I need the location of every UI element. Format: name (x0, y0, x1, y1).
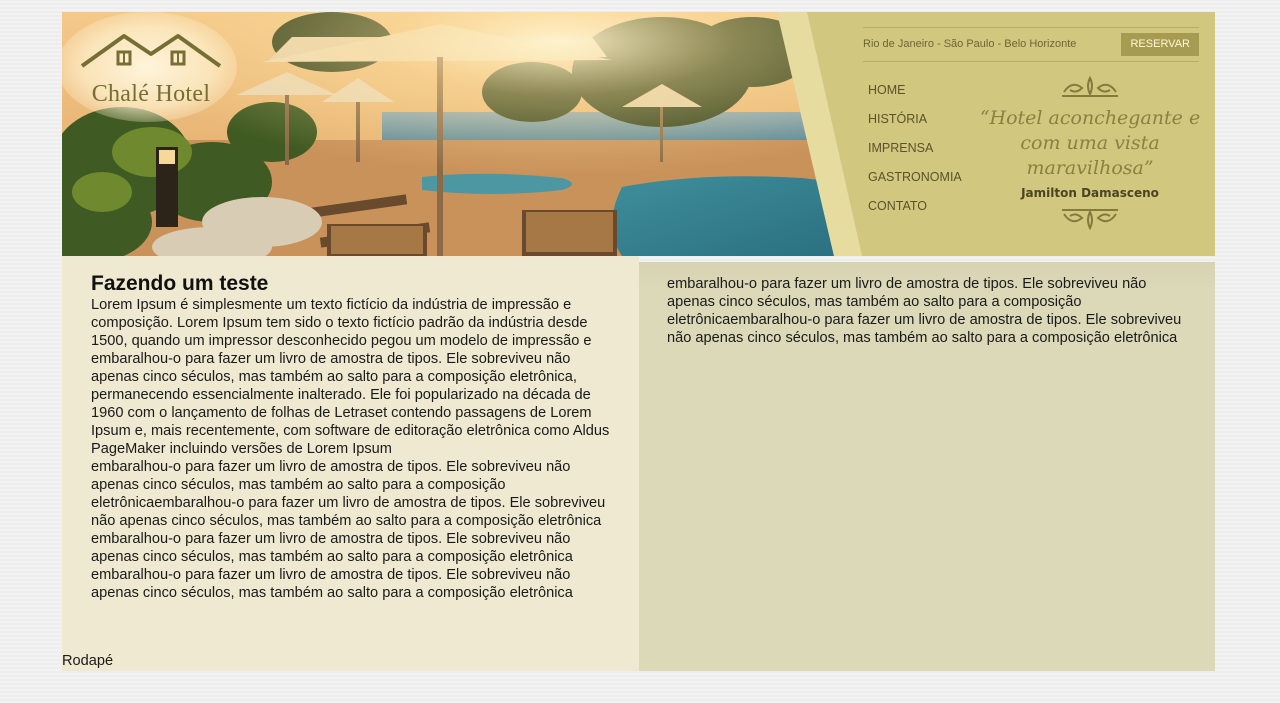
page-title: Fazendo um teste (91, 272, 269, 295)
nav-item-home: HOME (868, 83, 962, 112)
ornament-top-icon (1062, 75, 1118, 97)
ornament-bottom-icon (1062, 209, 1118, 231)
main-paragraph: Lorem Ipsum é simplesmente um texto fict… (91, 297, 610, 457)
logo-text: Chalé Hotel (91, 81, 211, 107)
hotel-logo[interactable]: Chalé Hotel (76, 26, 226, 112)
nav-item-gastronomia: GASTRONOMIA (868, 170, 962, 199)
site-header: Chalé Hotel Rio de Janeiro - São Paulo -… (62, 12, 1215, 256)
nav-link-historia[interactable]: HISTÓRIA (868, 112, 927, 126)
footer-text: Rodapé (62, 653, 114, 669)
nav-item-imprensa: IMPRENSA (868, 141, 962, 170)
quote-author: Jamilton Damasceno (1021, 186, 1159, 200)
main-paragraph: embaralhou-o para fazer um livro de amos… (91, 459, 606, 529)
nav-link-imprensa[interactable]: IMPRENSA (868, 141, 933, 155)
main-paragraph: embaralhou-o para fazer um livro de amos… (91, 531, 573, 601)
reserve-button[interactable]: RESERVAR (1121, 33, 1199, 56)
sidebar-paragraph: embaralhou-o para fazer um livro de amos… (667, 276, 1182, 346)
nav-item-contato: CONTATO (868, 199, 962, 228)
top-bar: Rio de Janeiro - São Paulo - Belo Horizo… (863, 27, 1199, 62)
nav-item-historia: HISTÓRIA (868, 112, 962, 141)
sidebar-content: embaralhou-o para fazer um livro de amos… (639, 262, 1215, 671)
cities-text: Rio de Janeiro - São Paulo - Belo Horizo… (863, 38, 1077, 50)
main-content: Fazendo um teste Lorem Ipsum é simplesme… (62, 256, 639, 671)
testimonial: “Hotel aconchegante e com uma vista mara… (972, 74, 1208, 232)
main-nav: HOME HISTÓRIA IMPRENSA GASTRONOMIA CONTA… (868, 83, 962, 228)
roof-icon (80, 34, 222, 68)
nav-link-contato[interactable]: CONTATO (868, 199, 927, 213)
quote-text: “Hotel aconchegante e com uma vista mara… (979, 107, 1201, 179)
nav-link-gastronomia[interactable]: GASTRONOMIA (868, 170, 962, 184)
nav-link-home[interactable]: HOME (868, 83, 906, 97)
